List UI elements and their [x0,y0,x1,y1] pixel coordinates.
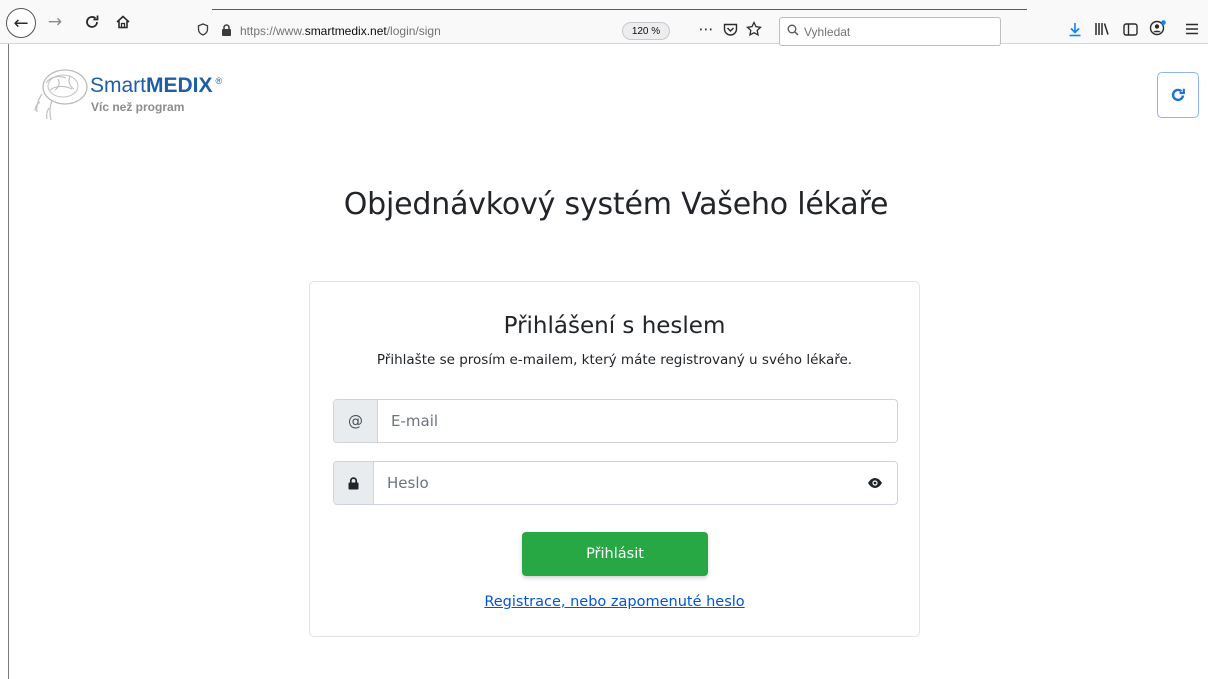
url-text[interactable]: https://www.smartmedix.net/login/sign [240,24,441,38]
library-button[interactable] [1090,17,1114,41]
password-field[interactable] [374,462,853,504]
login-card: Přihlášení s heslem Přihlašte se prosím … [309,281,920,637]
refresh-button[interactable] [1157,72,1199,118]
browser-toolbar: ← → https://www.smartmedix.net/login/sig… [0,0,1208,46]
brain-logo-icon [34,69,88,121]
tracking-shield-icon[interactable] [197,22,209,40]
email-field[interactable] [378,400,897,442]
sidebar-button[interactable] [1118,17,1142,41]
url-path: /login/sign [386,24,441,38]
library-icon [1095,23,1109,35]
pocket-icon [723,23,737,36]
browser-search-input[interactable] [804,24,994,39]
tab-strip-edge [212,9,1027,10]
password-input-group [333,461,898,505]
address-bar[interactable]: https://www.smartmedix.net/login/sign [189,16,769,46]
hamburger-icon [1186,23,1198,35]
search-icon [787,24,799,39]
download-icon [1069,22,1081,36]
page-actions-button[interactable]: ⋯ [694,17,718,41]
email-input-group: @ [333,399,898,443]
downloads-button[interactable] [1063,17,1087,41]
reload-icon [86,15,99,28]
page-title: Objednávkový systém Vašeho lékaře [343,187,889,222]
login-card-title: Přihlášení s heslem [503,313,726,339]
logo-name-light: Smart [90,74,147,97]
logo-tagline: Víc než program [91,100,185,114]
bookmark-star-button[interactable] [742,17,766,41]
password-addon [334,462,374,504]
refresh-icon [1171,88,1185,102]
logo-brand-name: SmartMEDIX ® [90,74,222,98]
home-icon [116,15,130,29]
more-dots-icon: ⋯ [698,20,714,38]
home-button[interactable] [111,10,135,34]
zoom-level-badge[interactable]: 120 % [622,22,670,40]
arrow-right-icon: → [47,12,63,32]
browser-search-box[interactable] [779,17,1001,46]
sidebar-icon [1122,22,1138,36]
login-card-subtitle: Přihlašte se prosím e-mailem, který máte… [376,352,853,368]
url-prefix: https://www. [240,24,305,38]
arrow-left-icon: ← [13,12,29,34]
lock-icon[interactable] [221,23,232,39]
back-button[interactable]: ← [6,8,36,38]
logo-name-bold: MEDIX [146,74,213,97]
eye-icon [868,478,882,488]
registered-mark: ® [215,76,223,86]
lock-icon [348,476,359,489]
pocket-button[interactable] [718,17,742,41]
show-password-toggle[interactable] [853,462,897,504]
account-button[interactable] [1146,16,1170,40]
reload-button[interactable] [80,10,104,34]
url-domain: smartmedix.net [304,24,387,38]
account-icon [1149,20,1166,36]
window-left-edge [8,44,9,679]
smartmedix-logo[interactable]: SmartMEDIX ® Víc než program [32,60,272,124]
at-sign-icon: @ [334,400,378,442]
register-or-forgot-link[interactable]: Registrace, nebo zapomenuté heslo [310,594,919,610]
login-submit-button[interactable]: Přihlásit [522,532,708,576]
forward-button[interactable]: → [43,10,67,34]
menu-button[interactable] [1180,17,1204,41]
star-icon [746,21,762,37]
